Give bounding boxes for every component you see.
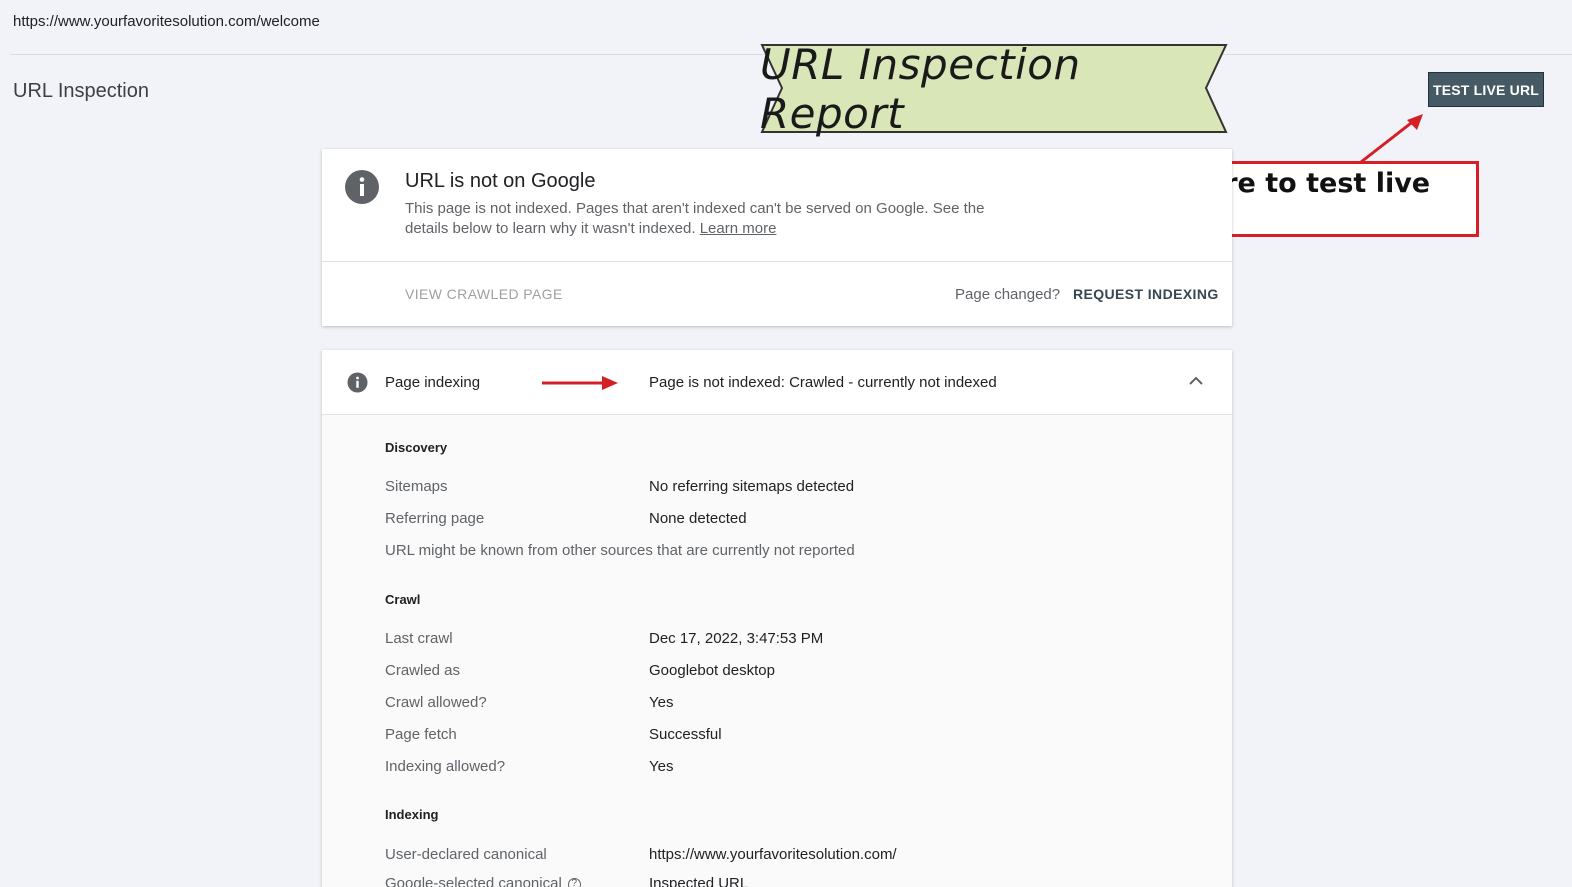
row-label: Indexing allowed? [385,758,506,775]
page-indexing-label: Page indexing [385,374,481,391]
row-label: Last crawl [385,630,453,647]
page-indexing-header[interactable]: Page indexing Page is not indexed: Crawl… [322,350,1232,415]
row-label: Sitemaps [385,478,448,495]
row-value: Successful [649,726,722,743]
pointer-arrow-icon [542,376,618,390]
report-banner: URL Inspection Report [760,39,1230,138]
chevron-up-icon[interactable] [1188,375,1204,387]
row-value: https://www.yourfavoritesolution.com/ [649,846,897,863]
section-title-crawl: Crawl [385,592,421,607]
card-divider [322,261,1232,262]
url-bar[interactable]: https://www.yourfavoritesolution.com/wel… [13,13,320,30]
row-label: Page fetch [385,726,457,743]
page-indexing-status: Page is not indexed: Crawled - currently… [649,374,997,391]
info-icon [347,372,368,393]
page-indexing-card: Page indexing Page is not indexed: Crawl… [322,350,1232,887]
row-label-text: Google-selected canonical [385,875,562,887]
page-changed-label: Page changed? [955,286,1061,303]
test-live-url-button[interactable]: TEST LIVE URL [1428,72,1544,107]
section-title-discovery: Discovery [385,440,448,455]
status-title: URL is not on Google [405,170,596,192]
row-value: Yes [649,758,674,775]
row-label: User-declared canonical [385,846,547,863]
callout-arrow-icon [1360,114,1423,164]
page-title: URL Inspection [13,80,149,102]
banner-title: URL Inspection Report [760,39,1081,138]
status-description: This page is not indexed. Pages that are… [405,199,1005,239]
row-value: Yes [649,694,674,711]
help-icon[interactable]: ? [567,877,581,887]
status-description-text: This page is not indexed. Pages that are… [405,200,985,237]
row-value: Inspected URL [649,875,749,887]
row-label: Crawl allowed? [385,694,487,711]
row-value: None detected [649,510,747,527]
row-label: Google-selected canonical? [385,875,581,887]
url-status-card: URL is not on Google This page is not in… [322,149,1232,326]
view-crawled-page-button[interactable]: VIEW CRAWLED PAGE [405,286,563,302]
row-label: Referring page [385,510,485,527]
request-indexing-button[interactable]: REQUEST INDEXING [1073,286,1219,302]
info-icon [345,170,379,204]
row-value: Dec 17, 2022, 3:47:53 PM [649,630,824,647]
row-value: Googlebot desktop [649,662,775,679]
learn-more-link[interactable]: Learn more [700,220,777,237]
row-value: No referring sitemaps detected [649,478,855,495]
section-title-indexing: Indexing [385,807,439,822]
row-label: Crawled as [385,662,461,679]
discovery-note: URL might be known from other sources th… [385,542,855,559]
